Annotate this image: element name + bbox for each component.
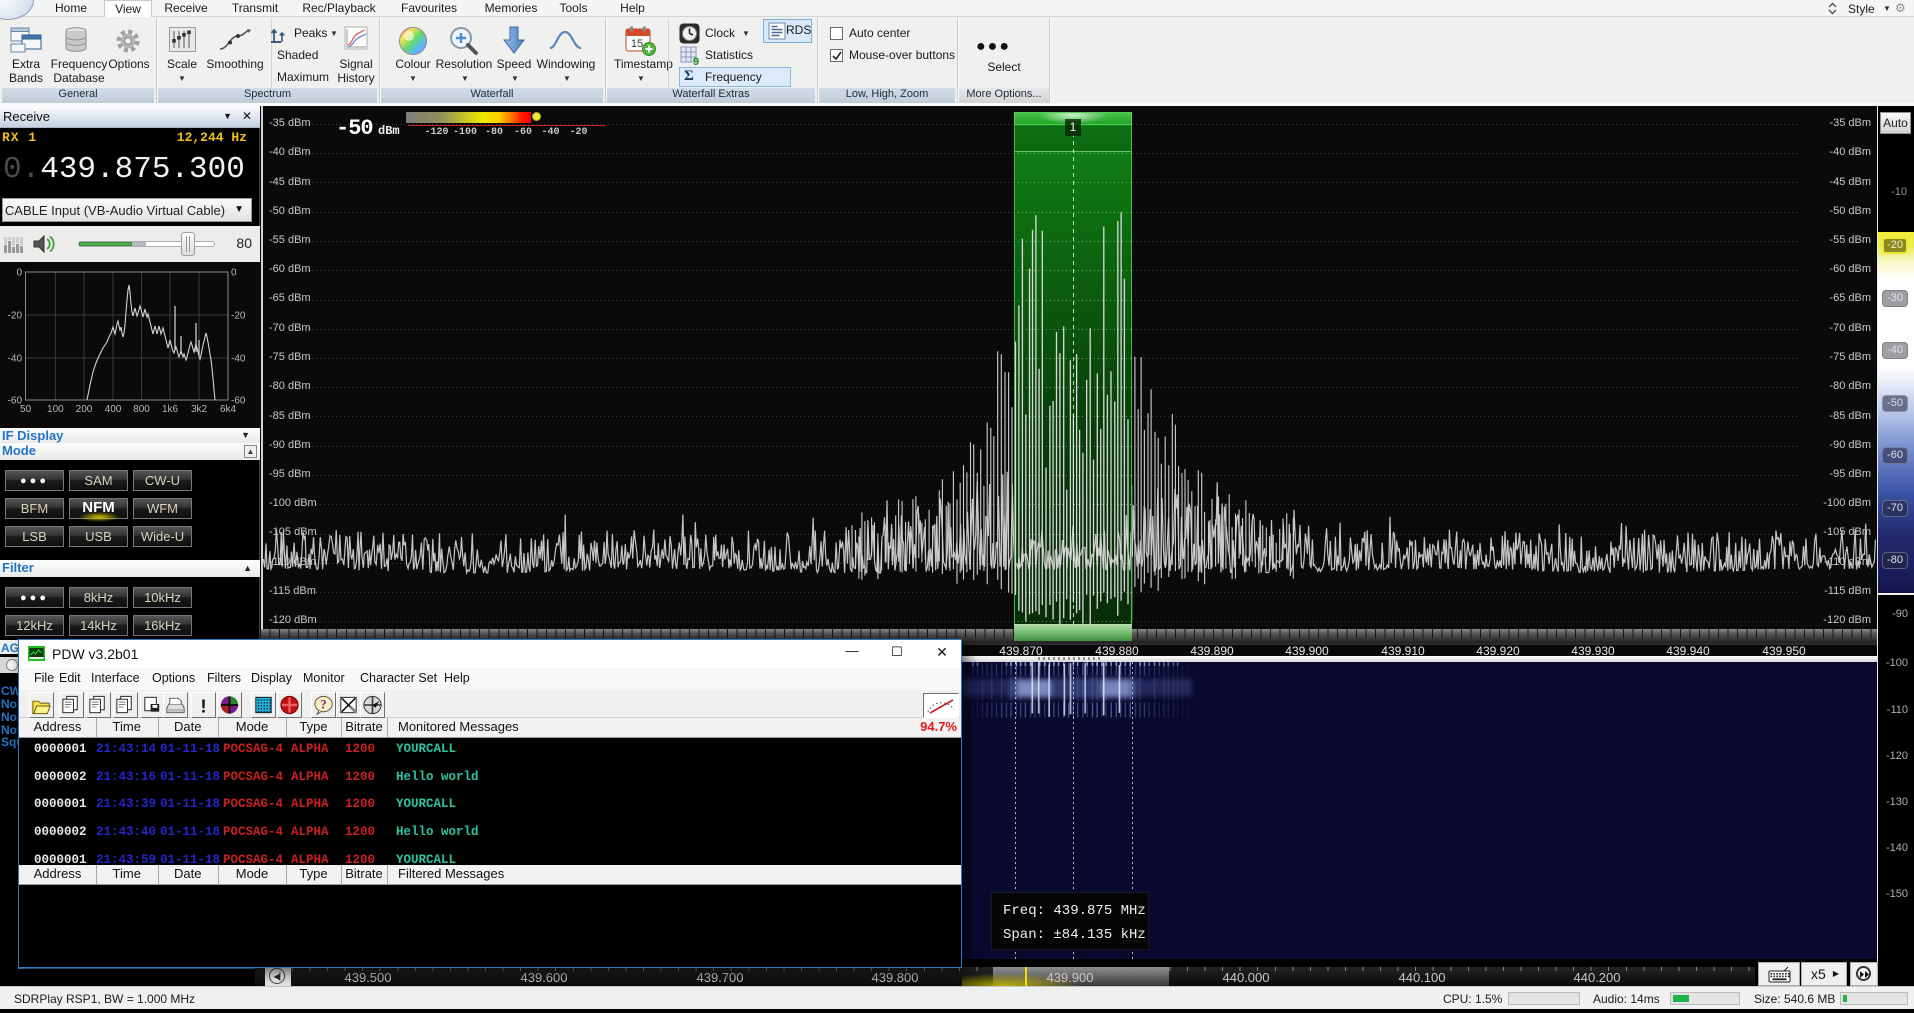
svg-text:-20: -20 bbox=[231, 311, 246, 322]
svg-text:!: ! bbox=[200, 697, 206, 717]
svg-text:-60: -60 bbox=[8, 396, 23, 407]
svg-text:3k2: 3k2 bbox=[191, 404, 208, 415]
svg-text:-20: -20 bbox=[8, 311, 23, 322]
svg-text:9: 9 bbox=[693, 56, 699, 66]
svg-text:1k6: 1k6 bbox=[162, 404, 179, 415]
svg-text:0: 0 bbox=[231, 268, 237, 279]
svg-text:100: 100 bbox=[47, 404, 64, 415]
svg-text:-40: -40 bbox=[8, 354, 23, 365]
svg-text:?: ? bbox=[320, 697, 326, 711]
svg-text:-60: -60 bbox=[231, 396, 246, 407]
svg-text:800: 800 bbox=[133, 404, 150, 415]
svg-text:0: 0 bbox=[16, 268, 22, 279]
svg-text:15: 15 bbox=[631, 38, 643, 50]
svg-text:400: 400 bbox=[105, 404, 122, 415]
svg-text:200: 200 bbox=[76, 404, 93, 415]
svg-text:-40: -40 bbox=[231, 354, 246, 365]
